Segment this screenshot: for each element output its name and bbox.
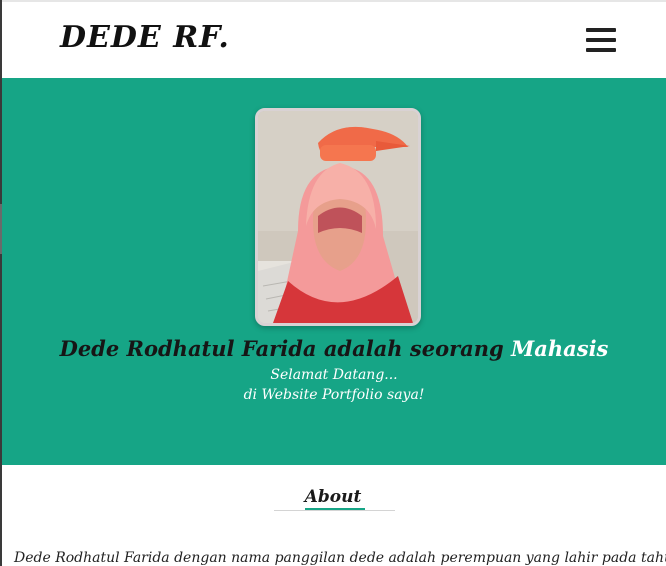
headline-text: Dede Rodhatul Farida adalah seorang <box>59 336 512 361</box>
about-paragraph: Dede Rodhatul Farida dengan nama panggil… <box>13 550 666 566</box>
profile-photo-illustration <box>258 111 418 323</box>
hamburger-bar <box>586 38 616 42</box>
navbar: DEDE RF. <box>2 2 666 78</box>
hero-headline: Dede Rodhatul Farida adalah seorang Maha… <box>2 336 666 361</box>
greeting-line-1: Selamat Datang... <box>270 367 398 383</box>
greeting-line-2: di Website Portfolio saya! <box>243 387 425 403</box>
about-heading: About <box>304 487 362 507</box>
headline-typed-word: Mahasis <box>511 336 609 361</box>
hamburger-bar <box>586 48 616 52</box>
hamburger-bar <box>586 28 616 32</box>
brand-logo[interactable]: DEDE RF. <box>60 20 230 55</box>
profile-photo <box>255 108 421 326</box>
about-divider <box>274 510 395 511</box>
hamburger-menu-icon[interactable] <box>586 26 618 54</box>
about-divider-accent <box>305 508 365 510</box>
hero-section: Dede Rodhatul Farida adalah seorang Maha… <box>2 78 666 465</box>
